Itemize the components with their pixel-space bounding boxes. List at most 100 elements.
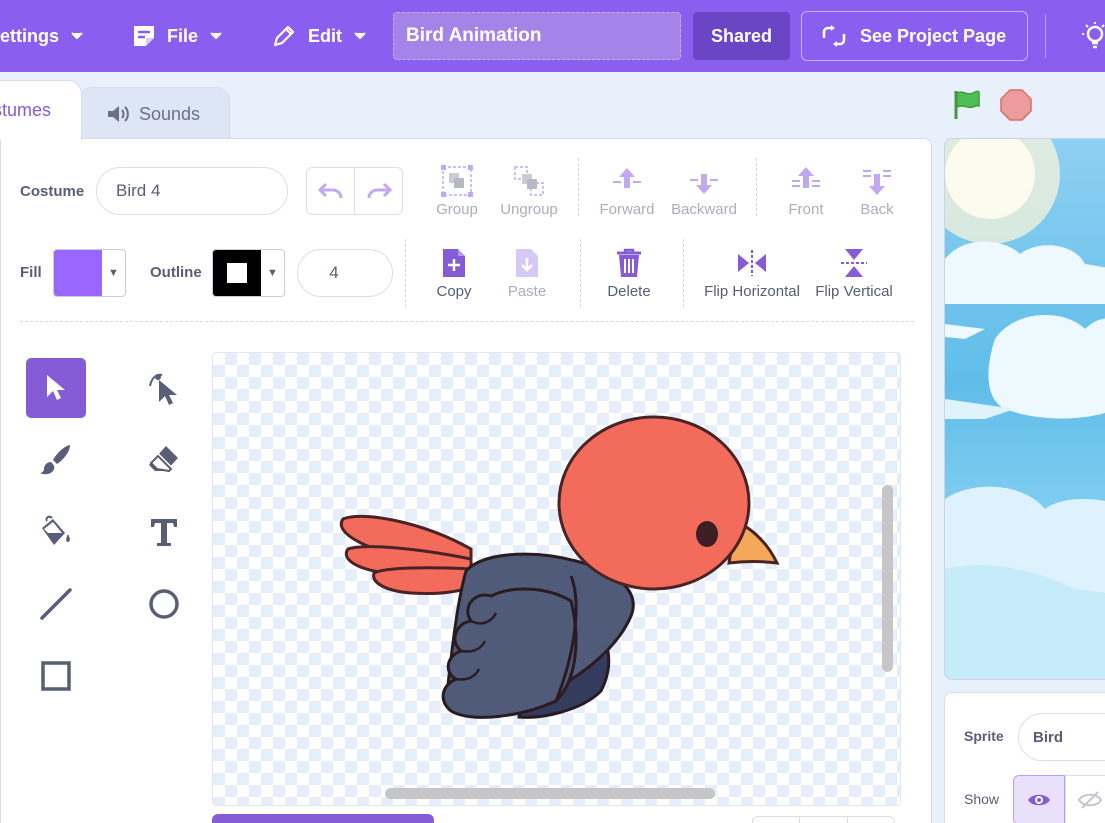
- paste-label: Paste: [507, 283, 547, 300]
- outline-width-input[interactable]: 4: [297, 249, 393, 297]
- divider: [405, 239, 406, 307]
- outline-label: Outline: [150, 264, 202, 281]
- speaker-icon: [108, 106, 129, 122]
- undo-button[interactable]: [307, 168, 354, 214]
- swap-arrows-icon: [822, 25, 846, 47]
- caret-down-icon: ▼: [267, 267, 278, 279]
- zoom-controls: [752, 816, 895, 823]
- toolbar-divider: [20, 321, 914, 322]
- file-menu-label: File: [167, 25, 199, 46]
- redo-button[interactable]: [354, 168, 402, 214]
- hide-sprite-button[interactable]: [1065, 775, 1105, 823]
- circle-tool[interactable]: [134, 574, 194, 634]
- drawing-canvas[interactable]: [212, 352, 901, 806]
- delete-button[interactable]: Delete: [606, 247, 652, 300]
- reshape-icon: [149, 373, 177, 405]
- back-icon: [863, 170, 891, 195]
- brush-tool[interactable]: [26, 430, 86, 490]
- backward-button[interactable]: Backward: [670, 165, 738, 218]
- forward-button[interactable]: Forward: [598, 165, 656, 218]
- green-flag-icon[interactable]: [952, 89, 984, 121]
- outline-color-picker[interactable]: ▼: [212, 249, 285, 297]
- lightbulb-icon[interactable]: [1082, 22, 1105, 50]
- show-label: Show: [964, 791, 1000, 807]
- paste-icon: [516, 249, 538, 277]
- front-button[interactable]: Front: [785, 165, 827, 218]
- backward-label: Backward: [671, 201, 737, 218]
- tab-costumes[interactable]: stumes: [0, 80, 82, 140]
- canvas-horizontal-scrollbar[interactable]: [385, 788, 715, 799]
- tab-sounds[interactable]: Sounds: [78, 87, 230, 140]
- text-tool[interactable]: [134, 502, 194, 562]
- undo-icon: [317, 182, 342, 199]
- brush-icon: [40, 445, 70, 475]
- flip-vertical-icon: [841, 249, 867, 277]
- fill-icon: [42, 515, 70, 545]
- eraser-icon: [149, 446, 178, 473]
- see-project-page-label: See Project Page: [860, 25, 1007, 46]
- see-project-page-button[interactable]: See Project Page: [801, 11, 1028, 61]
- ungroup-label: Ungroup: [500, 201, 558, 218]
- fill-label: Fill: [20, 264, 42, 281]
- front-icon: [792, 167, 820, 188]
- undo-redo-group: [306, 167, 403, 215]
- project-title-input[interactable]: Bird Animation: [393, 12, 681, 60]
- line-tool[interactable]: [26, 574, 86, 634]
- select-tool[interactable]: [26, 358, 86, 418]
- tab-costumes-label: stumes: [0, 100, 51, 120]
- group-icon: [441, 165, 473, 197]
- stop-icon[interactable]: [1000, 89, 1032, 121]
- zoom-reset-button[interactable]: [799, 817, 846, 823]
- file-menu[interactable]: File: [131, 0, 222, 72]
- flip-vertical-button[interactable]: Flip Vertical: [814, 247, 894, 300]
- edit-menu-label: Edit: [308, 25, 342, 46]
- eye-icon: [1028, 794, 1050, 806]
- group-button[interactable]: Group: [436, 165, 478, 218]
- zoom-out-button[interactable]: [753, 817, 799, 823]
- stage-preview[interactable]: [944, 138, 1105, 680]
- canvas-vertical-scrollbar[interactable]: [882, 485, 893, 672]
- fill-swatch: [54, 250, 102, 296]
- outline-swatch: [213, 250, 261, 296]
- divider: [580, 239, 581, 307]
- ungroup-icon: [514, 166, 544, 196]
- front-label: Front: [788, 201, 824, 218]
- convert-mode-button[interactable]: [212, 814, 434, 823]
- eraser-tool[interactable]: [134, 430, 194, 490]
- chevron-down-icon: [354, 32, 366, 40]
- paste-button[interactable]: Paste: [506, 247, 548, 300]
- backward-icon: [690, 174, 718, 194]
- fill-color-picker[interactable]: ▼: [53, 249, 126, 297]
- sky-backdrop-image: [945, 139, 1105, 679]
- settings-menu[interactable]: ettings: [0, 0, 83, 72]
- tab-sounds-label: Sounds: [139, 103, 201, 124]
- sprite-name-input[interactable]: Bird: [1018, 713, 1105, 761]
- rectangle-icon: [41, 661, 71, 691]
- back-button[interactable]: Back: [857, 165, 897, 218]
- costume-name-input[interactable]: Bird 4: [96, 167, 288, 215]
- bird-costume-image: [339, 415, 780, 719]
- edit-menu[interactable]: Edit: [272, 0, 366, 72]
- forward-label: Forward: [599, 201, 655, 218]
- show-sprite-button[interactable]: [1013, 775, 1065, 823]
- eye-off-icon: [1078, 791, 1102, 809]
- rectangle-tool[interactable]: [26, 646, 86, 706]
- costume-label: Costume: [20, 183, 85, 200]
- flip-horizontal-button[interactable]: Flip Horizontal: [702, 247, 802, 300]
- divider: [578, 158, 579, 216]
- ungroup-button[interactable]: Ungroup: [500, 165, 558, 218]
- chevron-down-icon: [71, 32, 83, 40]
- shared-button[interactable]: Shared: [693, 12, 790, 60]
- copy-button[interactable]: Copy: [434, 247, 474, 300]
- zoom-in-button[interactable]: [846, 817, 894, 823]
- copy-icon: [443, 249, 465, 277]
- sprite-label: Sprite: [964, 728, 1004, 744]
- flip-horizontal-label: Flip Horizontal: [704, 283, 800, 300]
- file-icon: [134, 26, 154, 46]
- settings-menu-label: ettings: [0, 25, 60, 46]
- reshape-tool[interactable]: [134, 358, 194, 418]
- pencil-icon: [273, 25, 295, 47]
- menu-bar: ettings File Edit Bird Animation Shared …: [0, 0, 1105, 72]
- fill-tool[interactable]: [26, 502, 86, 562]
- group-label: Group: [436, 201, 478, 218]
